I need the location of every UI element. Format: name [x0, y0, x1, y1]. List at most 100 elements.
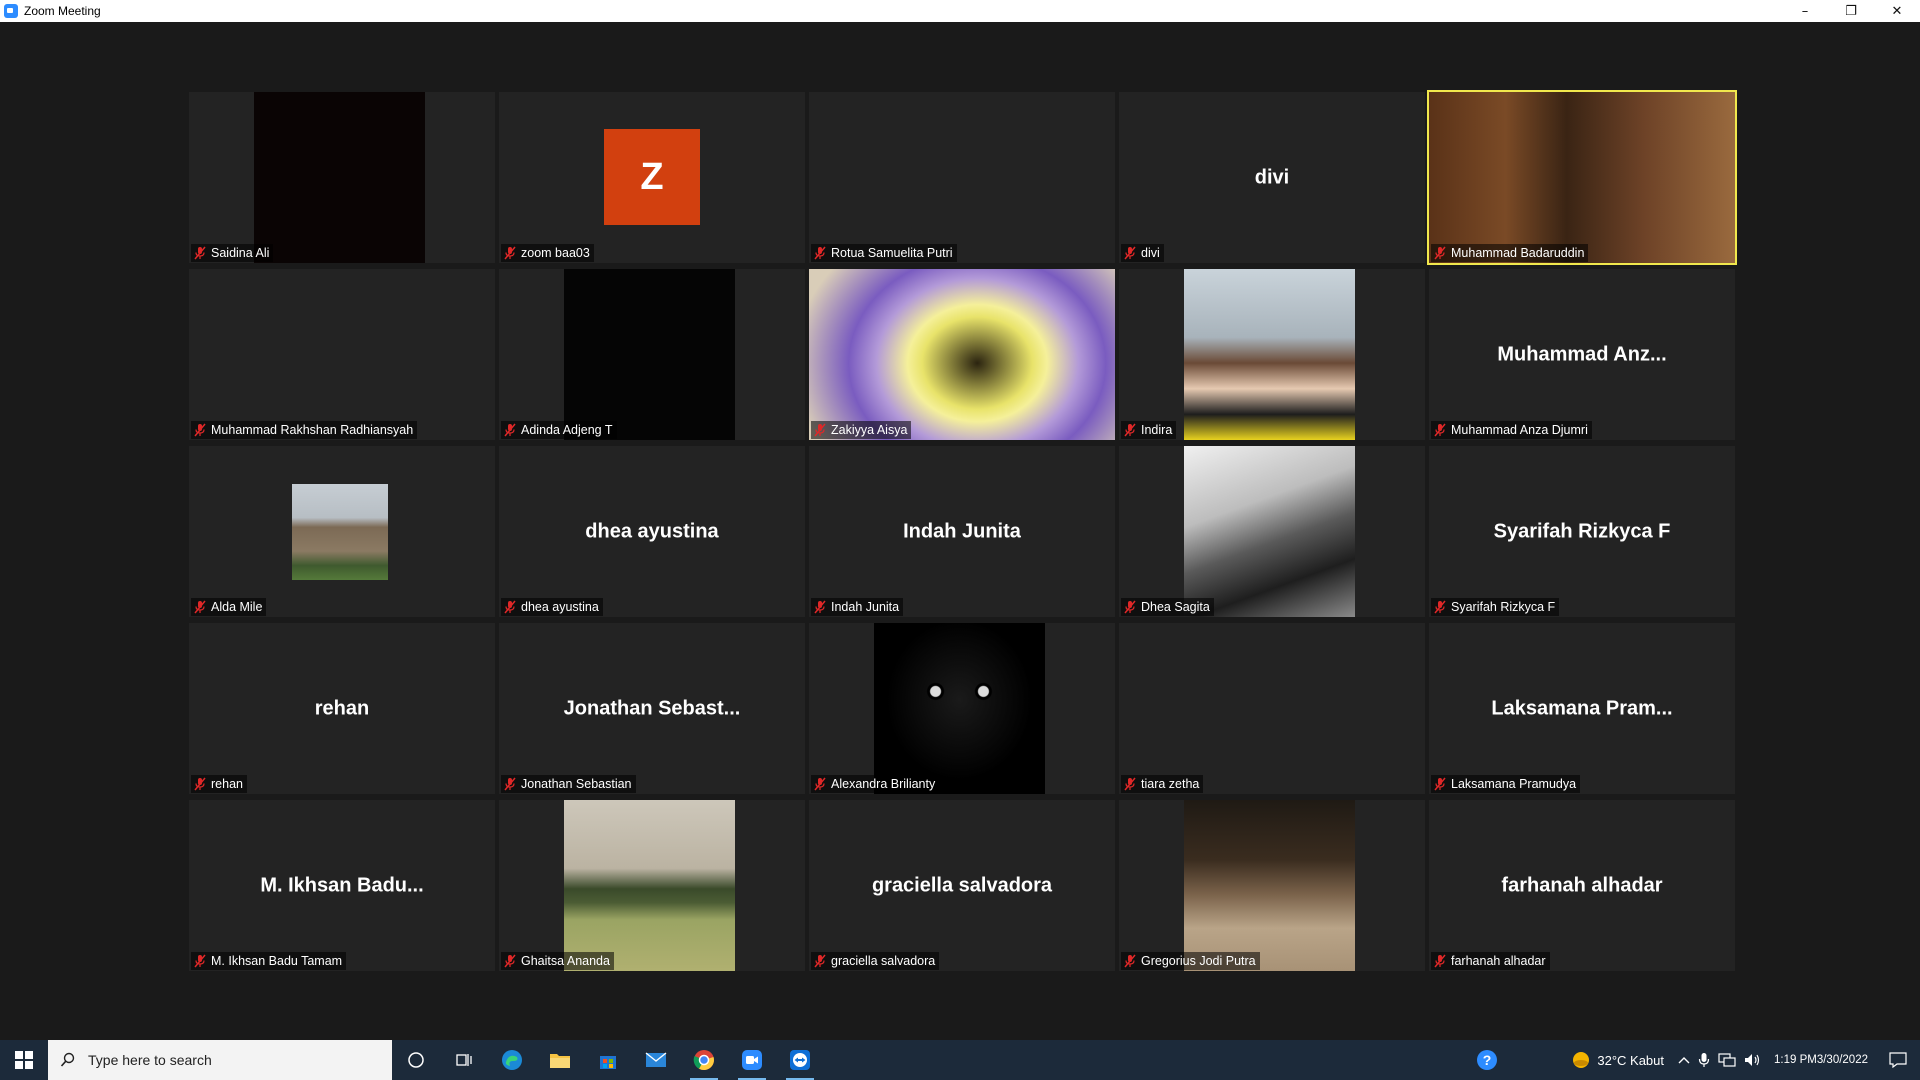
taskbar-clock[interactable]: 1:19 PM 3/30/2022: [1766, 1040, 1876, 1080]
participant-display-name: rehan: [314, 697, 370, 719]
cortana-button[interactable]: [392, 1040, 440, 1080]
participant-tile-muhammad-anza-djumri[interactable]: Muhammad Anz... Muhammad Anza Djumri: [1429, 269, 1735, 440]
participant-tile-saidina-ali[interactable]: Saidina Ali: [189, 92, 495, 263]
weather-sun-icon: [1573, 1052, 1590, 1068]
participant-video: [254, 92, 425, 263]
muted-microphone-icon: [193, 954, 207, 968]
minimize-button[interactable]: –: [1782, 0, 1828, 22]
muted-microphone-icon: [813, 954, 827, 968]
window-controls: – ❐ ✕: [1782, 0, 1920, 22]
participant-name-label: tiara zetha: [1121, 775, 1204, 793]
participant-tile-indah-junita[interactable]: Indah Junita Indah Junita: [809, 446, 1115, 617]
participant-name-label: Alexandra Brilianty: [811, 775, 940, 793]
participant-name: Syarifah Rizkyca F: [1451, 600, 1556, 614]
participant-name-label: rehan: [191, 775, 247, 793]
microphone-tray[interactable]: [1694, 1040, 1714, 1080]
participant-name: Indira: [1141, 423, 1173, 437]
participant-name: dhea ayustina: [521, 600, 599, 614]
participant-name: Jonathan Sebastian: [521, 777, 632, 791]
participant-name-label: Muhammad Badaruddin: [1431, 244, 1589, 262]
participant-tile-divi[interactable]: divi divi: [1119, 92, 1425, 263]
participant-tile-m-ikhsan-badu-tamam[interactable]: M. Ikhsan Badu... M. Ikhsan Badu Tamam: [189, 800, 495, 971]
participant-name-label: Ghaitsa Ananda: [501, 952, 614, 970]
zoom-taskbar-button[interactable]: [728, 1040, 776, 1080]
muted-microphone-icon: [1433, 246, 1447, 260]
network-tray[interactable]: [1714, 1040, 1740, 1080]
participant-name: Muhammad Anza Djumri: [1451, 423, 1588, 437]
participant-display-name: Muhammad Anz...: [1497, 343, 1667, 365]
participant-video: [1184, 446, 1355, 617]
task-view-button[interactable]: [440, 1040, 488, 1080]
muted-microphone-icon: [813, 246, 827, 260]
participant-name-label: Indira: [1121, 421, 1177, 439]
participant-name-label: Rotua Samuelita Putri: [811, 244, 957, 262]
windows-logo-icon: [15, 1051, 33, 1069]
participant-name: Laksamana Pramudya: [1451, 777, 1577, 791]
participant-name: Zakiyya Aisya: [831, 423, 908, 437]
participant-name: Rotua Samuelita Putri: [831, 246, 953, 260]
participant-name: Muhammad Badaruddin: [1451, 246, 1585, 260]
participant-display-name: M. Ikhsan Badu...: [260, 874, 424, 896]
task-view-icon: [456, 1054, 472, 1066]
title-bar: Zoom Meeting – ❐ ✕: [0, 0, 1920, 22]
show-hidden-icons[interactable]: [1674, 1040, 1694, 1080]
participant-video: [1429, 92, 1735, 263]
participant-display-name: farhanah alhadar: [1501, 874, 1663, 896]
participant-tile-dhea-sagita[interactable]: Dhea Sagita: [1119, 446, 1425, 617]
participant-video: [292, 484, 388, 580]
volume-tray[interactable]: [1740, 1040, 1766, 1080]
participant-name-label: Laksamana Pramudya: [1431, 775, 1581, 793]
participant-tile-muhammad-badaruddin[interactable]: Muhammad Badaruddin: [1427, 90, 1737, 265]
participant-display-name: Indah Junita: [903, 520, 1021, 542]
participant-tile-farhanah-alhadar[interactable]: farhanah alhadar farhanah alhadar: [1429, 800, 1735, 971]
action-center-button[interactable]: [1876, 1040, 1920, 1080]
participant-tile-tiara-zetha[interactable]: tiara zetha: [1119, 623, 1425, 794]
restore-button[interactable]: ❐: [1828, 0, 1874, 22]
teamviewer-icon: [790, 1050, 810, 1070]
store-button[interactable]: [584, 1040, 632, 1080]
gallery-grid: Saidina Ali Zzoom baa03 Rotua Samuelita Pu…: [189, 90, 1737, 971]
start-button[interactable]: [0, 1040, 48, 1080]
weather-widget[interactable]: 32°C Kabut: [1567, 1040, 1674, 1080]
participant-tile-jonathan-sebastian[interactable]: Jonathan Sebast... Jonathan Sebastian: [499, 623, 805, 794]
participant-tile-laksamana-pramudya[interactable]: Laksamana Pram... Laksamana Pramudya: [1429, 623, 1735, 794]
participant-display-name: Laksamana Pram...: [1491, 697, 1673, 719]
help-button[interactable]: ?: [1467, 1040, 1507, 1080]
file-explorer-button[interactable]: [536, 1040, 584, 1080]
teamviewer-taskbar-button[interactable]: [776, 1040, 824, 1080]
participant-name-label: M. Ikhsan Badu Tamam: [191, 952, 347, 970]
muted-microphone-icon: [1433, 600, 1447, 614]
muted-microphone-icon: [1433, 777, 1447, 791]
participant-name: Gregorius Jodi Putra: [1141, 954, 1256, 968]
participant-tile-alexandra-brilianty[interactable]: Alexandra Brilianty: [809, 623, 1115, 794]
participant-tile-rehan[interactable]: rehan rehan: [189, 623, 495, 794]
participant-tile-muhammad-rakhshan-radhiansyah[interactable]: Muhammad Rakhshan Radhiansyah: [189, 269, 495, 440]
participant-tile-alda-mile[interactable]: Alda Mile: [189, 446, 495, 617]
participant-name: farhanah alhadar: [1451, 954, 1546, 968]
chrome-taskbar-button[interactable]: [680, 1040, 728, 1080]
participant-tile-rotua-samuelita-putri[interactable]: Rotua Samuelita Putri: [809, 92, 1115, 263]
participant-name-label: Saidina Ali: [191, 244, 274, 262]
participant-name-label: divi: [1121, 244, 1164, 262]
participant-tile-dhea-ayustina[interactable]: dhea ayustina dhea ayustina: [499, 446, 805, 617]
muted-microphone-icon: [503, 777, 517, 791]
participant-tile-graciella-salvadora[interactable]: graciella salvadora graciella salvadora: [809, 800, 1115, 971]
mail-button[interactable]: [632, 1040, 680, 1080]
taskbar-search[interactable]: Type here to search: [48, 1040, 392, 1080]
window-title: Zoom Meeting: [24, 4, 101, 18]
participant-tile-ghaitsa-ananda[interactable]: Ghaitsa Ananda: [499, 800, 805, 971]
participant-tile-gregorius-jodi-putra[interactable]: Gregorius Jodi Putra: [1119, 800, 1425, 971]
participant-tile-indira[interactable]: Indira: [1119, 269, 1425, 440]
participant-tile-zoom-baa03[interactable]: Zzoom baa03: [499, 92, 805, 263]
participant-name: graciella salvadora: [831, 954, 936, 968]
participant-tile-syarifah-rizkyca-f[interactable]: Syarifah Rizkyca F Syarifah Rizkyca F: [1429, 446, 1735, 617]
participant-name-label: Indah Junita: [811, 598, 904, 616]
participant-tile-adinda-adjeng-t[interactable]: Adinda Adjeng T: [499, 269, 805, 440]
cortana-icon: [408, 1052, 424, 1068]
chrome-icon: [693, 1050, 714, 1071]
edge-taskbar-button[interactable]: [488, 1040, 536, 1080]
participant-tile-zakiyya-aisya[interactable]: Zakiyya Aisya: [809, 269, 1115, 440]
participant-name-label: Jonathan Sebastian: [501, 775, 636, 793]
close-button[interactable]: ✕: [1874, 0, 1920, 22]
muted-microphone-icon: [503, 954, 517, 968]
